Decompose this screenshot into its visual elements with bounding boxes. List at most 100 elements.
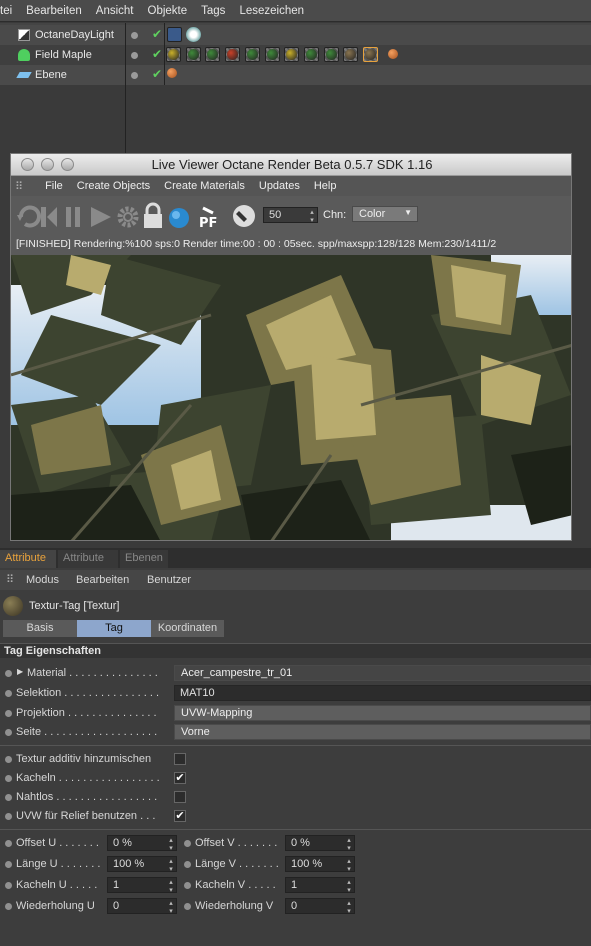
keyframe-dot[interactable] bbox=[184, 840, 191, 847]
menu-help[interactable]: Help bbox=[314, 180, 337, 192]
nahtlos-checkbox[interactable] bbox=[174, 791, 186, 803]
visibility-dot[interactable] bbox=[131, 52, 138, 59]
material-tag-icon[interactable] bbox=[264, 47, 280, 62]
menu-file[interactable]: tei bbox=[0, 5, 12, 17]
offset-v-input[interactable]: 0 % bbox=[285, 835, 355, 852]
keyframe-dot[interactable] bbox=[184, 903, 191, 910]
keyframe-dot[interactable] bbox=[5, 813, 12, 820]
offset-u-label: Offset U . . . . . . . bbox=[16, 837, 99, 849]
visibility-dot[interactable] bbox=[131, 32, 138, 39]
play-render-icon[interactable] bbox=[91, 207, 111, 227]
menu-objekte[interactable]: Objekte bbox=[148, 5, 188, 17]
object-title: Textur-Tag [Textur] bbox=[29, 600, 120, 612]
object-manager: OctaneDayLight ✔ Field Maple ✔ Ebene ✔ bbox=[0, 23, 591, 85]
keyframe-dot[interactable] bbox=[5, 794, 12, 801]
tab-attribute[interactable]: Attribute bbox=[58, 550, 118, 568]
selektion-input[interactable]: MAT10 bbox=[174, 685, 591, 701]
restart-render-icon[interactable] bbox=[17, 205, 41, 228]
keyframe-dot[interactable] bbox=[5, 775, 12, 782]
wiederholung-v-input[interactable]: 0 bbox=[285, 898, 355, 915]
object-name: Ebene bbox=[35, 69, 67, 81]
enabled-check-icon[interactable]: ✔ bbox=[152, 67, 162, 81]
material-tag-icon[interactable] bbox=[205, 47, 221, 62]
material-tag-icon[interactable] bbox=[225, 47, 241, 62]
object-row-field-maple[interactable]: Field Maple ✔ bbox=[0, 45, 591, 65]
menu-file[interactable]: File bbox=[45, 180, 63, 192]
pause-render-icon[interactable] bbox=[66, 207, 80, 227]
keyframe-dot[interactable] bbox=[5, 882, 12, 889]
expand-arrow-icon[interactable]: ▶ bbox=[17, 667, 23, 676]
tab-ebenen[interactable]: Ebenen bbox=[120, 550, 168, 568]
material-tag-icon[interactable] bbox=[185, 47, 201, 62]
menu-ansicht[interactable]: Ansicht bbox=[96, 5, 134, 17]
lock-icon[interactable] bbox=[144, 202, 162, 228]
channel-dropdown[interactable]: Color ▼ bbox=[352, 206, 418, 222]
keyframe-dot[interactable] bbox=[5, 861, 12, 868]
menu-bearbeiten[interactable]: Bearbeiten bbox=[76, 574, 129, 586]
material-tag-icon[interactable] bbox=[284, 47, 300, 62]
menu-create-objects[interactable]: Create Objects bbox=[77, 180, 150, 192]
visibility-dot[interactable] bbox=[131, 72, 138, 79]
object-row-ebene[interactable]: Ebene ✔ bbox=[0, 65, 591, 85]
focus-picker-icon[interactable] bbox=[233, 205, 255, 227]
material-tag-icon[interactable] bbox=[323, 47, 339, 62]
menu-lesezeichen[interactable]: Lesezeichen bbox=[239, 5, 304, 17]
keyframe-dot[interactable] bbox=[5, 710, 12, 717]
material-tag-icon[interactable] bbox=[166, 47, 181, 62]
window-titlebar[interactable]: Live Viewer Octane Render Beta 0.5.7 SDK… bbox=[11, 154, 571, 176]
offset-u-input[interactable]: 0 % bbox=[107, 835, 177, 852]
render-sphere-icon[interactable] bbox=[169, 208, 189, 228]
laenge-u-input[interactable]: 100 % bbox=[107, 856, 177, 873]
menu-tags[interactable]: Tags bbox=[201, 5, 225, 17]
octane-tag-icon[interactable] bbox=[167, 68, 177, 78]
subtab-basis[interactable]: Basis bbox=[3, 620, 77, 637]
material-tag-icon[interactable] bbox=[244, 47, 260, 62]
stop-render-icon[interactable] bbox=[41, 207, 57, 227]
menu-modus[interactable]: Modus bbox=[26, 574, 59, 586]
menu-updates[interactable]: Updates bbox=[259, 180, 300, 192]
kacheln-checkbox[interactable]: ✔ bbox=[174, 772, 186, 784]
material-tag-icon[interactable] bbox=[303, 47, 319, 62]
material-tag-icon[interactable] bbox=[343, 47, 359, 62]
projektion-dropdown[interactable]: UVW-Mapping bbox=[174, 705, 591, 721]
keyframe-dot[interactable] bbox=[5, 729, 12, 736]
subtab-koordinaten[interactable]: Koordinaten bbox=[151, 620, 224, 637]
settings-gear-icon[interactable] bbox=[117, 206, 139, 228]
subtab-tag[interactable]: Tag bbox=[77, 620, 151, 637]
menu-create-materials[interactable]: Create Materials bbox=[164, 180, 245, 192]
laenge-v-input[interactable]: 100 % bbox=[285, 856, 355, 873]
material-preview-icon bbox=[3, 596, 23, 616]
sun-tag-icon[interactable] bbox=[186, 27, 201, 42]
keyframe-dot[interactable] bbox=[5, 903, 12, 910]
keyframe-dot[interactable] bbox=[5, 670, 12, 677]
textur-additiv-checkbox[interactable] bbox=[174, 753, 186, 765]
pf-icon[interactable]: PF bbox=[199, 206, 217, 231]
samples-stepper[interactable]: 50 bbox=[263, 207, 318, 224]
octane-tag-icon[interactable] bbox=[388, 49, 398, 59]
uvw-relief-checkbox[interactable]: ✔ bbox=[174, 810, 186, 822]
grip-icon: ⠿ bbox=[6, 574, 15, 586]
object-row-daylight[interactable]: OctaneDayLight ✔ bbox=[0, 25, 591, 45]
nahtlos-row: Nahtlos . . . . . . . . . . . . . . . . … bbox=[0, 788, 591, 807]
material-tag-icon[interactable] bbox=[363, 47, 378, 62]
keyframe-dot[interactable] bbox=[184, 882, 191, 889]
menu-bearbeiten[interactable]: Bearbeiten bbox=[26, 5, 82, 17]
tab-attribute-active[interactable]: Attribute bbox=[0, 550, 56, 568]
laenge-v-label: Länge V . . . . . . . bbox=[195, 858, 279, 870]
light-tag-icon[interactable] bbox=[167, 27, 182, 42]
keyframe-dot[interactable] bbox=[5, 690, 12, 697]
svg-text:PF: PF bbox=[199, 216, 217, 231]
keyframe-dot[interactable] bbox=[5, 840, 12, 847]
wiederholung-row: Wiederholung U 0 Wiederholung V 0 bbox=[0, 897, 591, 916]
keyframe-dot[interactable] bbox=[184, 861, 191, 868]
seite-dropdown[interactable]: Vorne bbox=[174, 724, 591, 740]
divider bbox=[0, 745, 591, 746]
kacheln-v-input[interactable]: 1 bbox=[285, 877, 355, 894]
wiederholung-u-input[interactable]: 0 bbox=[107, 898, 177, 915]
keyframe-dot[interactable] bbox=[5, 756, 12, 763]
enabled-check-icon[interactable]: ✔ bbox=[152, 27, 162, 41]
menu-benutzer[interactable]: Benutzer bbox=[147, 574, 191, 586]
material-link-field[interactable]: Acer_campestre_tr_01 bbox=[174, 665, 591, 681]
kacheln-u-input[interactable]: 1 bbox=[107, 877, 177, 894]
enabled-check-icon[interactable]: ✔ bbox=[152, 47, 162, 61]
